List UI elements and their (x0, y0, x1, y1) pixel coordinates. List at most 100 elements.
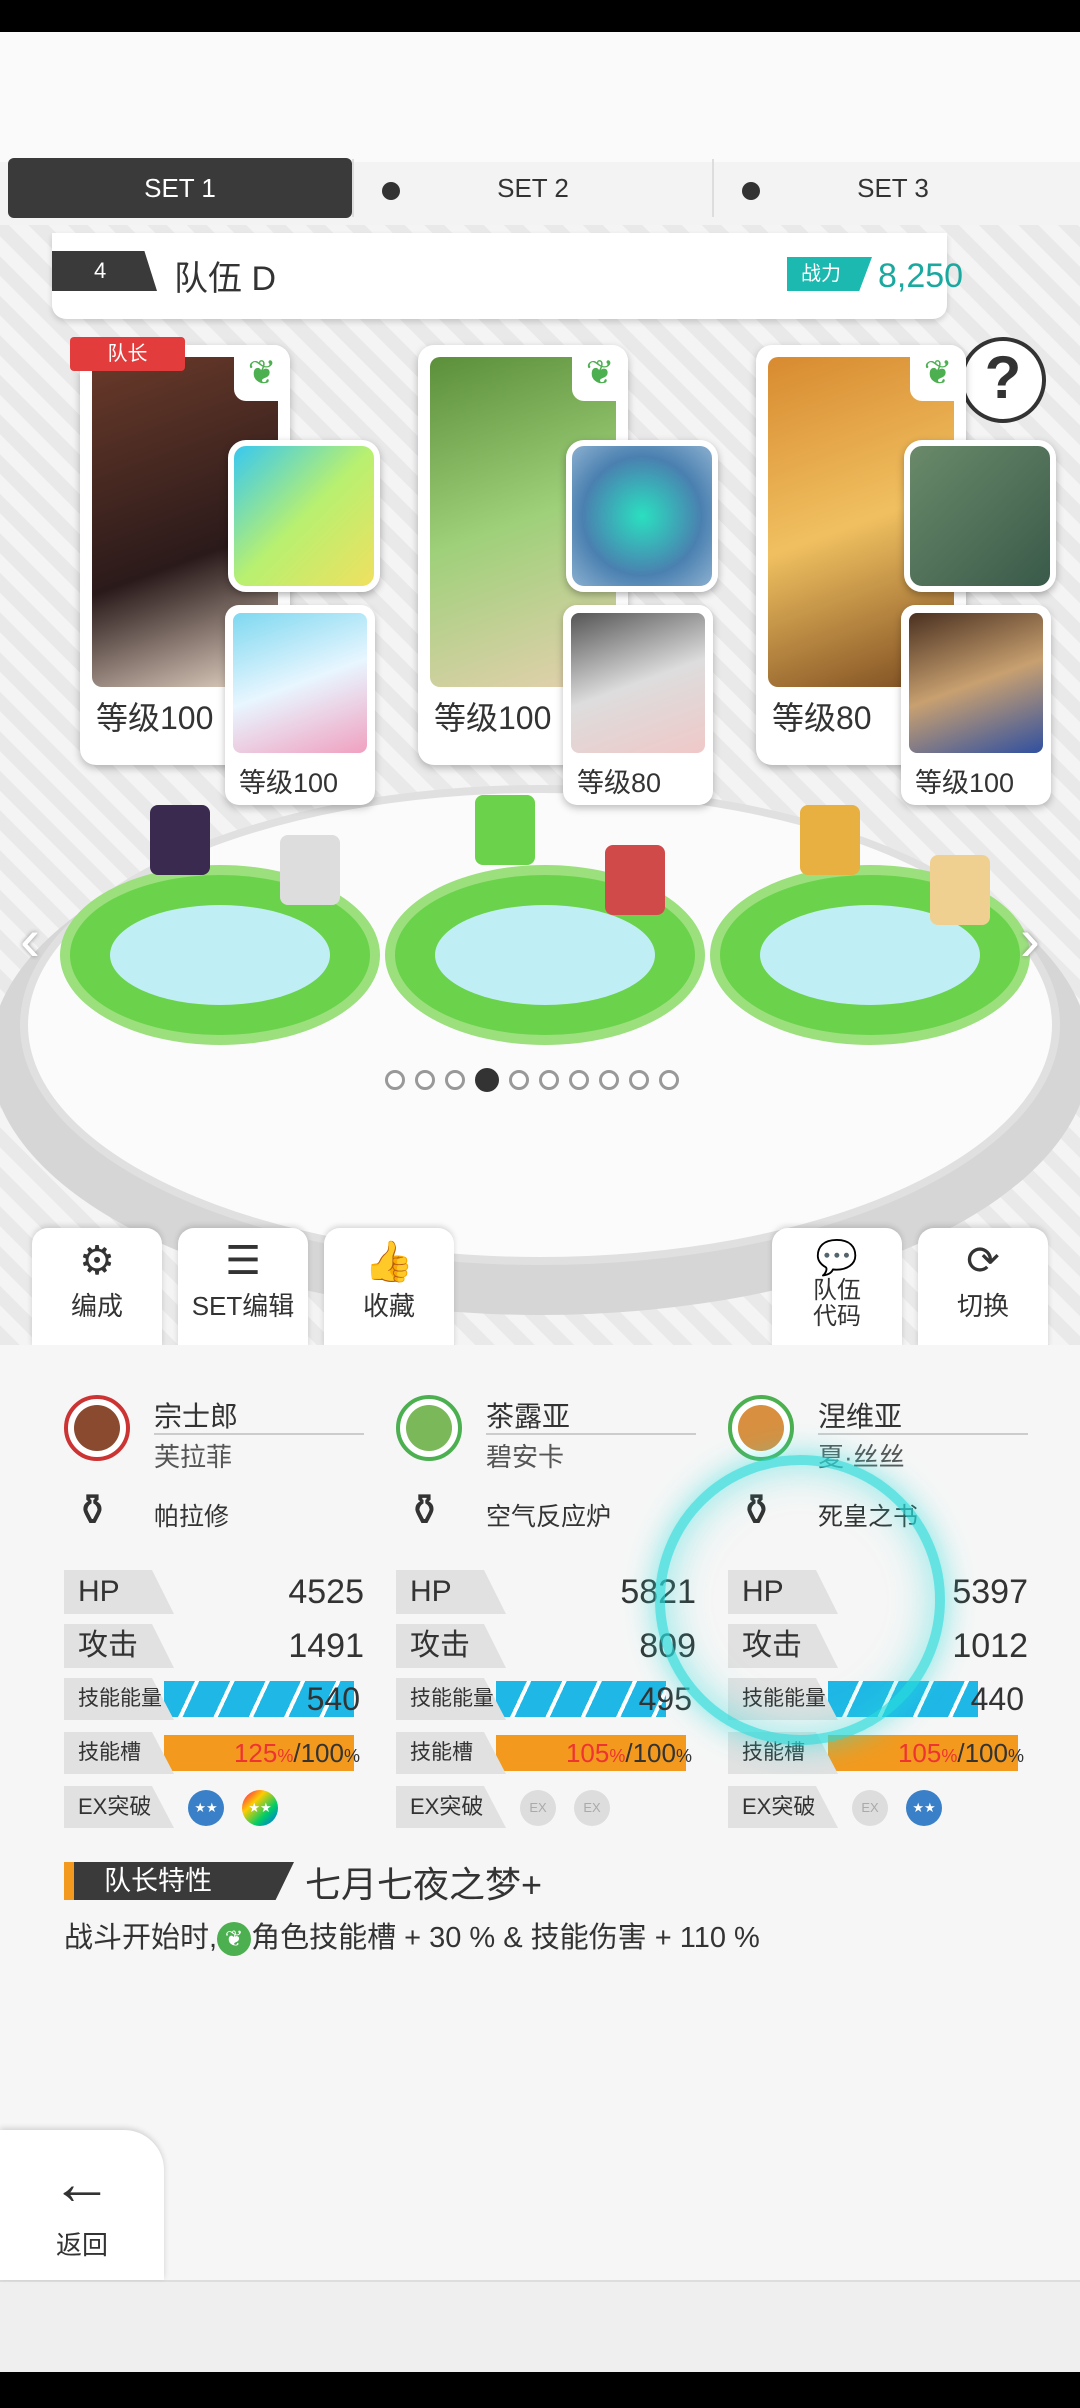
gauge-max: /100 (625, 1738, 676, 1768)
support-card-3[interactable]: 等级100 (901, 605, 1051, 805)
sprite-character-2 (475, 795, 535, 865)
sprite-support-1 (280, 835, 340, 905)
page-indicator (385, 1068, 679, 1092)
page-dot (629, 1070, 649, 1090)
set-tabs: SET 1 SET 2 SET 3 (0, 155, 1080, 221)
support-name: 碧安卡 (486, 1442, 565, 1472)
page-dot (385, 1070, 405, 1090)
back-arrow-icon: ← (51, 2149, 113, 2218)
stat-label: 攻击 (64, 1624, 174, 1668)
support-card-1[interactable]: 等级100 (225, 605, 375, 805)
tab-label: SET 1 (144, 172, 216, 203)
previous-arrow-icon[interactable]: ‹ (20, 905, 40, 974)
tab-set-2[interactable]: SET 2 (354, 158, 712, 218)
hp-row: HP 5821 (396, 1570, 696, 1614)
button-label: 收藏 (362, 1291, 415, 1321)
ex-empty-badge-icon: EX (574, 1790, 610, 1826)
stat-label: 技能能量 (396, 1678, 506, 1720)
attack-row: 攻击 1491 (64, 1624, 364, 1668)
stat-label: 技能能量 (64, 1678, 174, 1720)
support-portrait (909, 613, 1043, 753)
support-portrait (571, 613, 705, 753)
button-label: 队伍 (813, 1277, 861, 1304)
list-icon: ☰ (225, 1239, 261, 1283)
energy-value: 540 (306, 1681, 360, 1717)
tab-set-1[interactable]: SET 1 (8, 158, 352, 218)
ex-limit-row: EX突破 EX EX (396, 1786, 696, 1828)
stat-label: EX突破 (728, 1786, 838, 1828)
stat-label: 技能槽 (64, 1732, 174, 1774)
page-dot-active (475, 1068, 499, 1092)
team-header: 4 队伍 D 战力 8,250 (52, 233, 963, 319)
leaf-element-icon: ❦ (217, 1922, 252, 1957)
book-weapon-icon[interactable] (904, 440, 1056, 592)
energy-value: 440 (970, 1681, 1024, 1717)
team-code-button[interactable]: 💬 队伍 代码 (772, 1228, 902, 1348)
leaf-element-icon: ❦ (910, 345, 966, 401)
stat-label: HP (396, 1570, 506, 1614)
page-dot (599, 1070, 619, 1090)
next-arrow-icon[interactable]: › (1020, 905, 1040, 974)
support-level: 等级80 (577, 768, 662, 798)
leader-skill-description: 战斗开始时, ❦ 角色技能槽 + 30 % & 技能伤害 + 110 % (64, 1914, 760, 1957)
ex-limit-row: EX突破 EX ★★ (728, 1786, 1028, 1828)
divider (486, 1433, 696, 1435)
tab-set-3[interactable]: SET 3 (714, 158, 1072, 218)
page-dot (445, 1070, 465, 1090)
character-name: 茶露亚 (486, 1401, 571, 1432)
leaf-element-icon: ❦ (572, 345, 628, 401)
leader-skill-label: 队长特性 (64, 1862, 294, 1900)
avatar (396, 1395, 462, 1461)
tab-label: SET 2 (497, 172, 569, 203)
dot-icon (742, 182, 760, 200)
character-name: 涅维亚 (818, 1401, 903, 1432)
stat-label: 技能槽 (396, 1732, 506, 1774)
skill-energy-row: 技能能量 495 (396, 1678, 696, 1720)
leader-badge: 队长 (70, 337, 185, 371)
stat-label: 攻击 (396, 1624, 506, 1668)
support-portrait (233, 613, 367, 753)
weapon-name: 帕拉修 (154, 1503, 230, 1531)
avatar (64, 1395, 130, 1461)
character-level: 等级100 (96, 700, 214, 736)
character-name: 宗士郎 (154, 1401, 239, 1432)
divider (154, 1433, 364, 1435)
attack-value: 1491 (288, 1627, 364, 1665)
support-card-2[interactable]: 等级80 (563, 605, 713, 805)
axe-weapon-icon[interactable] (228, 440, 380, 592)
gauge-percent: 105 (897, 1738, 942, 1768)
attack-row: 攻击 809 (396, 1624, 696, 1668)
team-name[interactable]: 队伍 D (174, 251, 276, 300)
ex-star-badge-icon: ★★ (188, 1790, 224, 1826)
thumbs-up-star-icon: 👍 (364, 1240, 414, 1284)
ex-empty-badge-icon: EX (852, 1790, 888, 1826)
gauge-value: 105%/100% (897, 1738, 1024, 1768)
formation-button[interactable]: ⚙ 编成 (32, 1228, 162, 1348)
favorite-button[interactable]: 👍 收藏 (324, 1228, 454, 1348)
weapon-name: 空气反应炉 (486, 1503, 612, 1531)
page-dot (659, 1070, 679, 1090)
back-label: 返回 (55, 2230, 108, 2260)
page-dot (509, 1070, 529, 1090)
switch-button[interactable]: ⟳ 切换 (918, 1228, 1048, 1348)
page-dot (539, 1070, 559, 1090)
help-icon[interactable]: ? (960, 337, 1046, 423)
gauge-percent: 125 (233, 1738, 278, 1768)
power-label: 战力 (787, 257, 872, 291)
back-button[interactable]: ← 返回 (0, 2130, 164, 2280)
formation-gear-icon: ⚙ (79, 1239, 115, 1283)
stat-label: HP (64, 1570, 174, 1614)
description-text: 战斗开始时, (64, 1922, 218, 1954)
skill-gauge-row: 技能槽 105%/100% (396, 1732, 696, 1774)
weapon-icon: ⚱ (406, 1486, 443, 1535)
bottom-bar (0, 2280, 1080, 2372)
button-label: 切换 (956, 1291, 1009, 1321)
reactor-weapon-icon[interactable] (566, 440, 718, 592)
support-name: 芙拉菲 (154, 1442, 233, 1472)
character-level: 等级80 (772, 700, 872, 736)
page-dot (415, 1070, 435, 1090)
button-label: 代码 (813, 1303, 861, 1330)
set-edit-button[interactable]: ☰ SET编辑 (178, 1228, 308, 1348)
power-value: 8,250 (878, 257, 964, 295)
leaf-element-icon: ❦ (234, 345, 290, 401)
